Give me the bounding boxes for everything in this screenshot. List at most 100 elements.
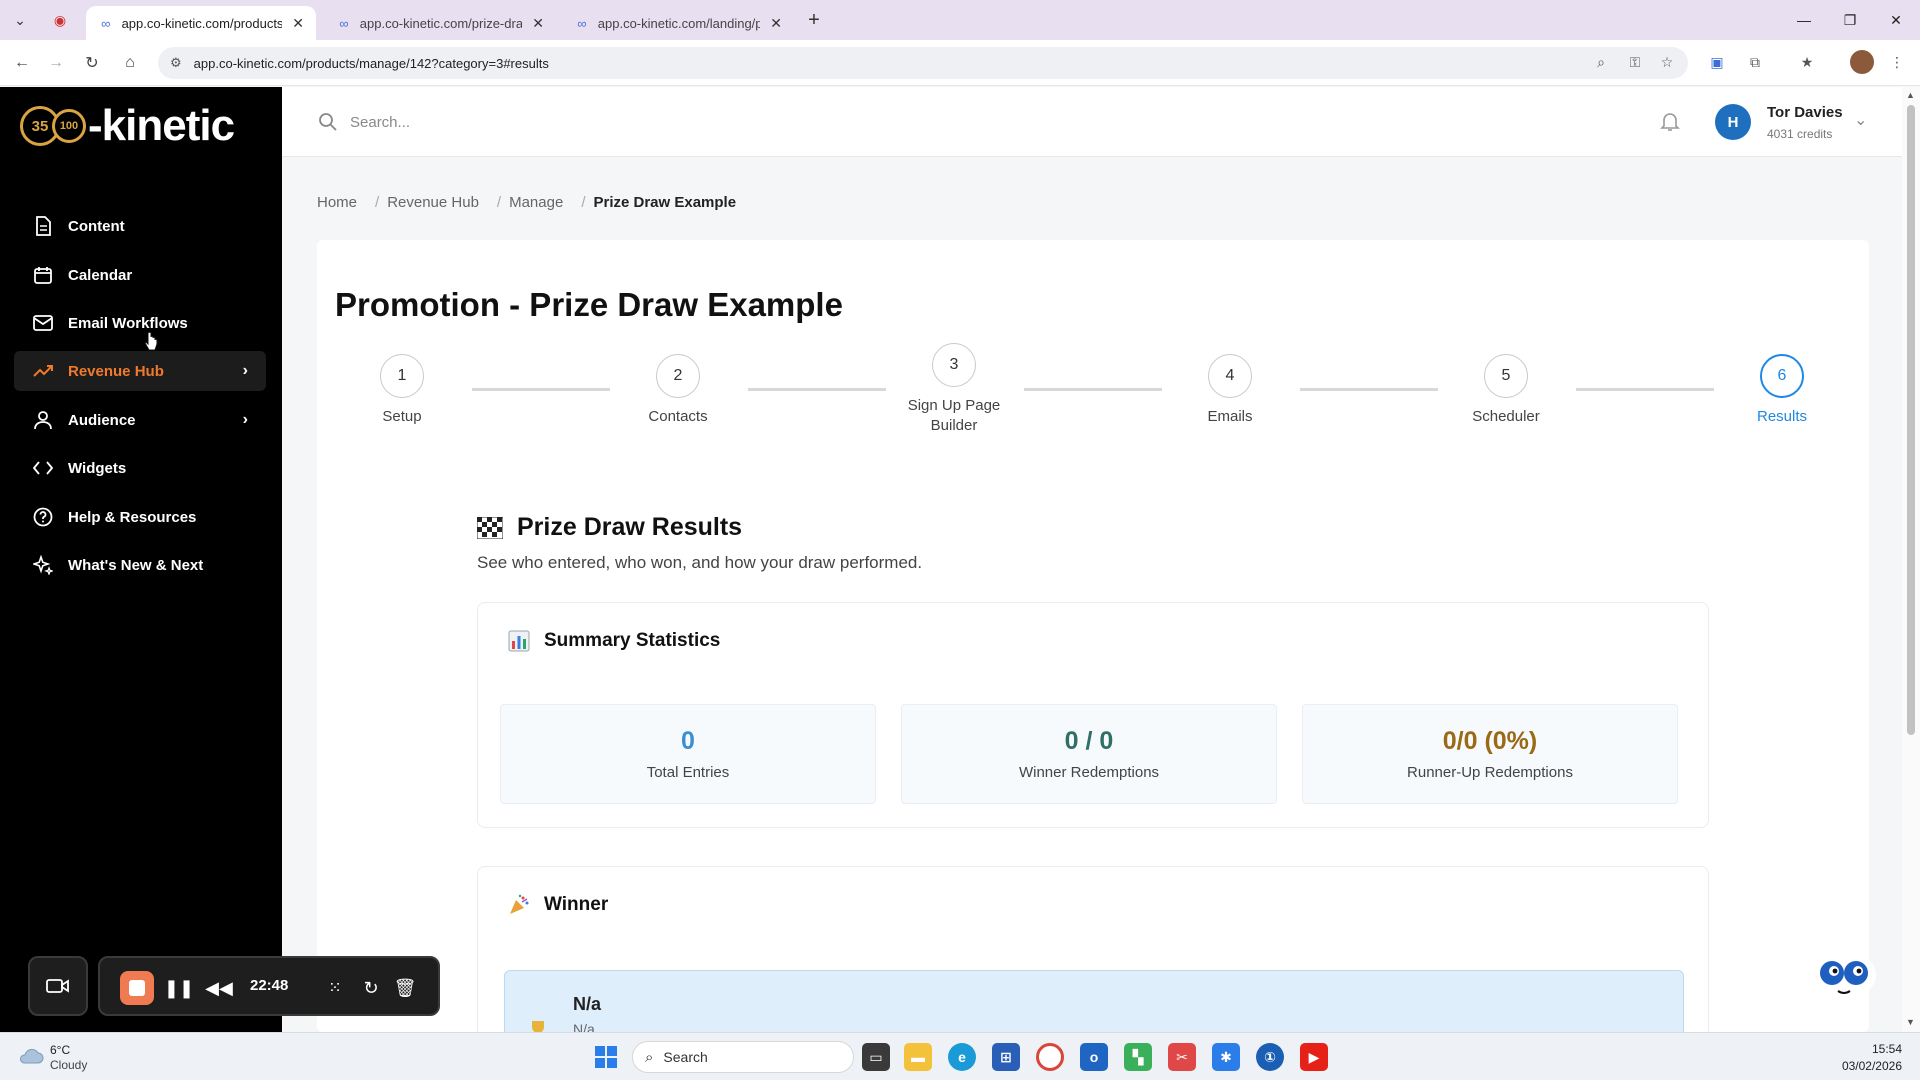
- chevron-right-icon: ›: [242, 362, 248, 379]
- rewind-icon[interactable]: ◀◀: [205, 975, 233, 1001]
- step-5-circle[interactable]: 5: [1484, 354, 1528, 398]
- browser-profile-avatar[interactable]: [1850, 50, 1874, 74]
- checkered-flag-icon: [477, 516, 503, 539]
- extensions-puzzle-icon[interactable]: ⧉: [1744, 51, 1766, 73]
- step-6-circle[interactable]: 6: [1760, 354, 1804, 398]
- step-3-circle[interactable]: 3: [932, 343, 976, 387]
- step-4-circle[interactable]: 4: [1208, 354, 1252, 398]
- browser-tab-1[interactable]: ∞ app.co-kinetic.com/products/m ✕: [86, 6, 316, 40]
- sidebar-item-email-workflows[interactable]: Email Workflows: [14, 303, 266, 343]
- step-connector: [1576, 388, 1714, 391]
- step-6-label[interactable]: Results: [1712, 407, 1852, 427]
- taskbar-clock-date[interactable]: 03/02/2026: [1835, 1059, 1902, 1073]
- pause-icon[interactable]: ❚❚: [164, 975, 194, 1001]
- breadcrumb-manage[interactable]: Manage: [509, 194, 563, 211]
- page-scrollbar[interactable]: ▲ ▼: [1902, 87, 1920, 1032]
- restore-icon[interactable]: ❐: [1830, 8, 1870, 32]
- chrome-icon[interactable]: [1036, 1043, 1064, 1071]
- restart-icon[interactable]: ↻: [358, 975, 384, 1001]
- sidebar-item-label: Widgets: [68, 459, 127, 477]
- file-explorer-icon[interactable]: ▬: [904, 1043, 932, 1071]
- extension-icon[interactable]: ▣: [1706, 51, 1728, 73]
- back-icon[interactable]: ←: [10, 51, 34, 75]
- zoom-icon[interactable]: ⌕: [1590, 51, 1612, 73]
- scroll-thumb[interactable]: [1907, 105, 1915, 735]
- sidebar-item-audience[interactable]: Audience ›: [14, 400, 266, 440]
- recorder-stop-button[interactable]: [120, 971, 154, 1005]
- site-favicon-icon: ∞: [577, 15, 587, 31]
- tab-close-icon[interactable]: ✕: [770, 15, 782, 32]
- summary-title: Summary Statistics: [544, 630, 721, 651]
- forward-icon[interactable]: →: [44, 51, 68, 75]
- tab-list-chevron-icon[interactable]: ⌄: [8, 8, 32, 32]
- grid-icon[interactable]: ⁙: [322, 975, 348, 1001]
- step-1-label[interactable]: Setup: [332, 407, 472, 427]
- bookmark-star-icon[interactable]: ☆: [1656, 51, 1678, 73]
- step-5-label[interactable]: Scheduler: [1436, 407, 1576, 427]
- minimize-icon[interactable]: —: [1784, 8, 1824, 32]
- password-key-icon[interactable]: ⚿: [1624, 51, 1646, 73]
- scroll-down-icon[interactable]: ▼: [1906, 1017, 1915, 1027]
- sidebar-item-calendar[interactable]: Calendar: [14, 255, 266, 295]
- breadcrumb-home[interactable]: Home: [317, 194, 357, 211]
- url-text[interactable]: app.co-kinetic.com/products/manage/142?c…: [194, 56, 549, 71]
- browser-menu-icon[interactable]: ⋮: [1886, 51, 1908, 73]
- youtube-icon[interactable]: ▶: [1300, 1043, 1328, 1071]
- avatar[interactable]: H: [1715, 104, 1751, 140]
- browser-tab-3[interactable]: ∞ app.co-kinetic.com/landing/pr ✕: [562, 6, 794, 40]
- site-info-icon[interactable]: ⚙: [170, 55, 182, 71]
- step-4-label[interactable]: Emails: [1160, 407, 1300, 427]
- edge-browser-icon[interactable]: e: [948, 1043, 976, 1071]
- sidebar-item-revenue-hub[interactable]: Revenue Hub ›: [14, 351, 266, 391]
- tab-title: app.co-kinetic.com/products/m: [121, 15, 283, 31]
- scroll-up-icon[interactable]: ▲: [1906, 90, 1915, 100]
- stat-label: Total Entries: [646, 764, 730, 781]
- user-name[interactable]: Tor Davies: [1767, 104, 1843, 121]
- home-icon[interactable]: ⌂: [118, 51, 142, 75]
- bookmarks-icon[interactable]: ★: [1796, 51, 1818, 73]
- new-tab-icon[interactable]: +: [802, 8, 826, 32]
- breadcrumb-revenue-hub[interactable]: Revenue Hub: [387, 194, 479, 211]
- taskbar-clock-time[interactable]: 15:54: [1852, 1042, 1902, 1056]
- cloud-weather-icon[interactable]: [18, 1045, 44, 1067]
- stat-total-entries: 0 Total Entries: [500, 704, 876, 804]
- tab-close-icon[interactable]: ✕: [292, 15, 304, 32]
- step-2-label[interactable]: Contacts: [608, 407, 748, 427]
- address-bar[interactable]: ⚙ app.co-kinetic.com/products/manage/142…: [158, 47, 1688, 79]
- search-icon: [319, 113, 337, 131]
- snipping-tool-icon[interactable]: ✂: [1168, 1043, 1196, 1071]
- step-2-circle[interactable]: 2: [656, 354, 700, 398]
- tab-close-icon[interactable]: ✕: [532, 15, 544, 32]
- reload-icon[interactable]: ↻: [80, 51, 104, 75]
- app-icon-green[interactable]: ▚: [1124, 1043, 1152, 1071]
- chevron-down-icon[interactable]: ⌄: [1854, 110, 1867, 130]
- taskbar-search[interactable]: ⌕ Search: [632, 1041, 854, 1073]
- trash-icon[interactable]: 🗑: [392, 975, 418, 1001]
- browser-tab-2[interactable]: ∞ app.co-kinetic.com/prize-draw ✕: [324, 6, 556, 40]
- bell-icon[interactable]: [1658, 109, 1682, 133]
- windows-start-icon[interactable]: [592, 1043, 620, 1071]
- task-view-icon[interactable]: ▭: [862, 1043, 890, 1071]
- step-3-label[interactable]: Sign Up Page Builder: [884, 396, 1024, 436]
- sidebar-item-whats-new[interactable]: What's New & Next: [14, 545, 266, 585]
- summary-statistics-card: Summary Statistics 0 Total Entries 0 / 0…: [477, 602, 1709, 828]
- chat-assistant-icon[interactable]: [1810, 945, 1878, 1005]
- main-card: Promotion - Prize Draw Example 1 Setup 2…: [317, 240, 1869, 1032]
- store-icon[interactable]: ⊞: [992, 1043, 1020, 1071]
- sidebar-item-help[interactable]: Help & Resources: [14, 497, 266, 537]
- sidebar-item-content[interactable]: Content: [14, 206, 266, 246]
- weather-description[interactable]: Cloudy: [50, 1058, 87, 1072]
- recorder-camera-button[interactable]: [28, 956, 88, 1016]
- close-window-icon[interactable]: ✕: [1876, 8, 1916, 32]
- sidebar-item-label: Email Workflows: [68, 314, 188, 332]
- brand-logo[interactable]: 35 100 -kinetic: [20, 101, 235, 151]
- sidebar-item-widgets[interactable]: Widgets: [14, 448, 266, 488]
- password-manager-icon[interactable]: ①: [1256, 1043, 1284, 1071]
- weather-temperature[interactable]: 6°C: [50, 1043, 70, 1057]
- step-1-circle[interactable]: 1: [380, 354, 424, 398]
- settings-app-icon[interactable]: ✱: [1212, 1043, 1240, 1071]
- search-input[interactable]: [350, 107, 750, 137]
- outlook-icon[interactable]: o: [1080, 1043, 1108, 1071]
- tab-title: app.co-kinetic.com/landing/pr: [597, 15, 761, 31]
- sidebar-item-label: Content: [68, 217, 125, 235]
